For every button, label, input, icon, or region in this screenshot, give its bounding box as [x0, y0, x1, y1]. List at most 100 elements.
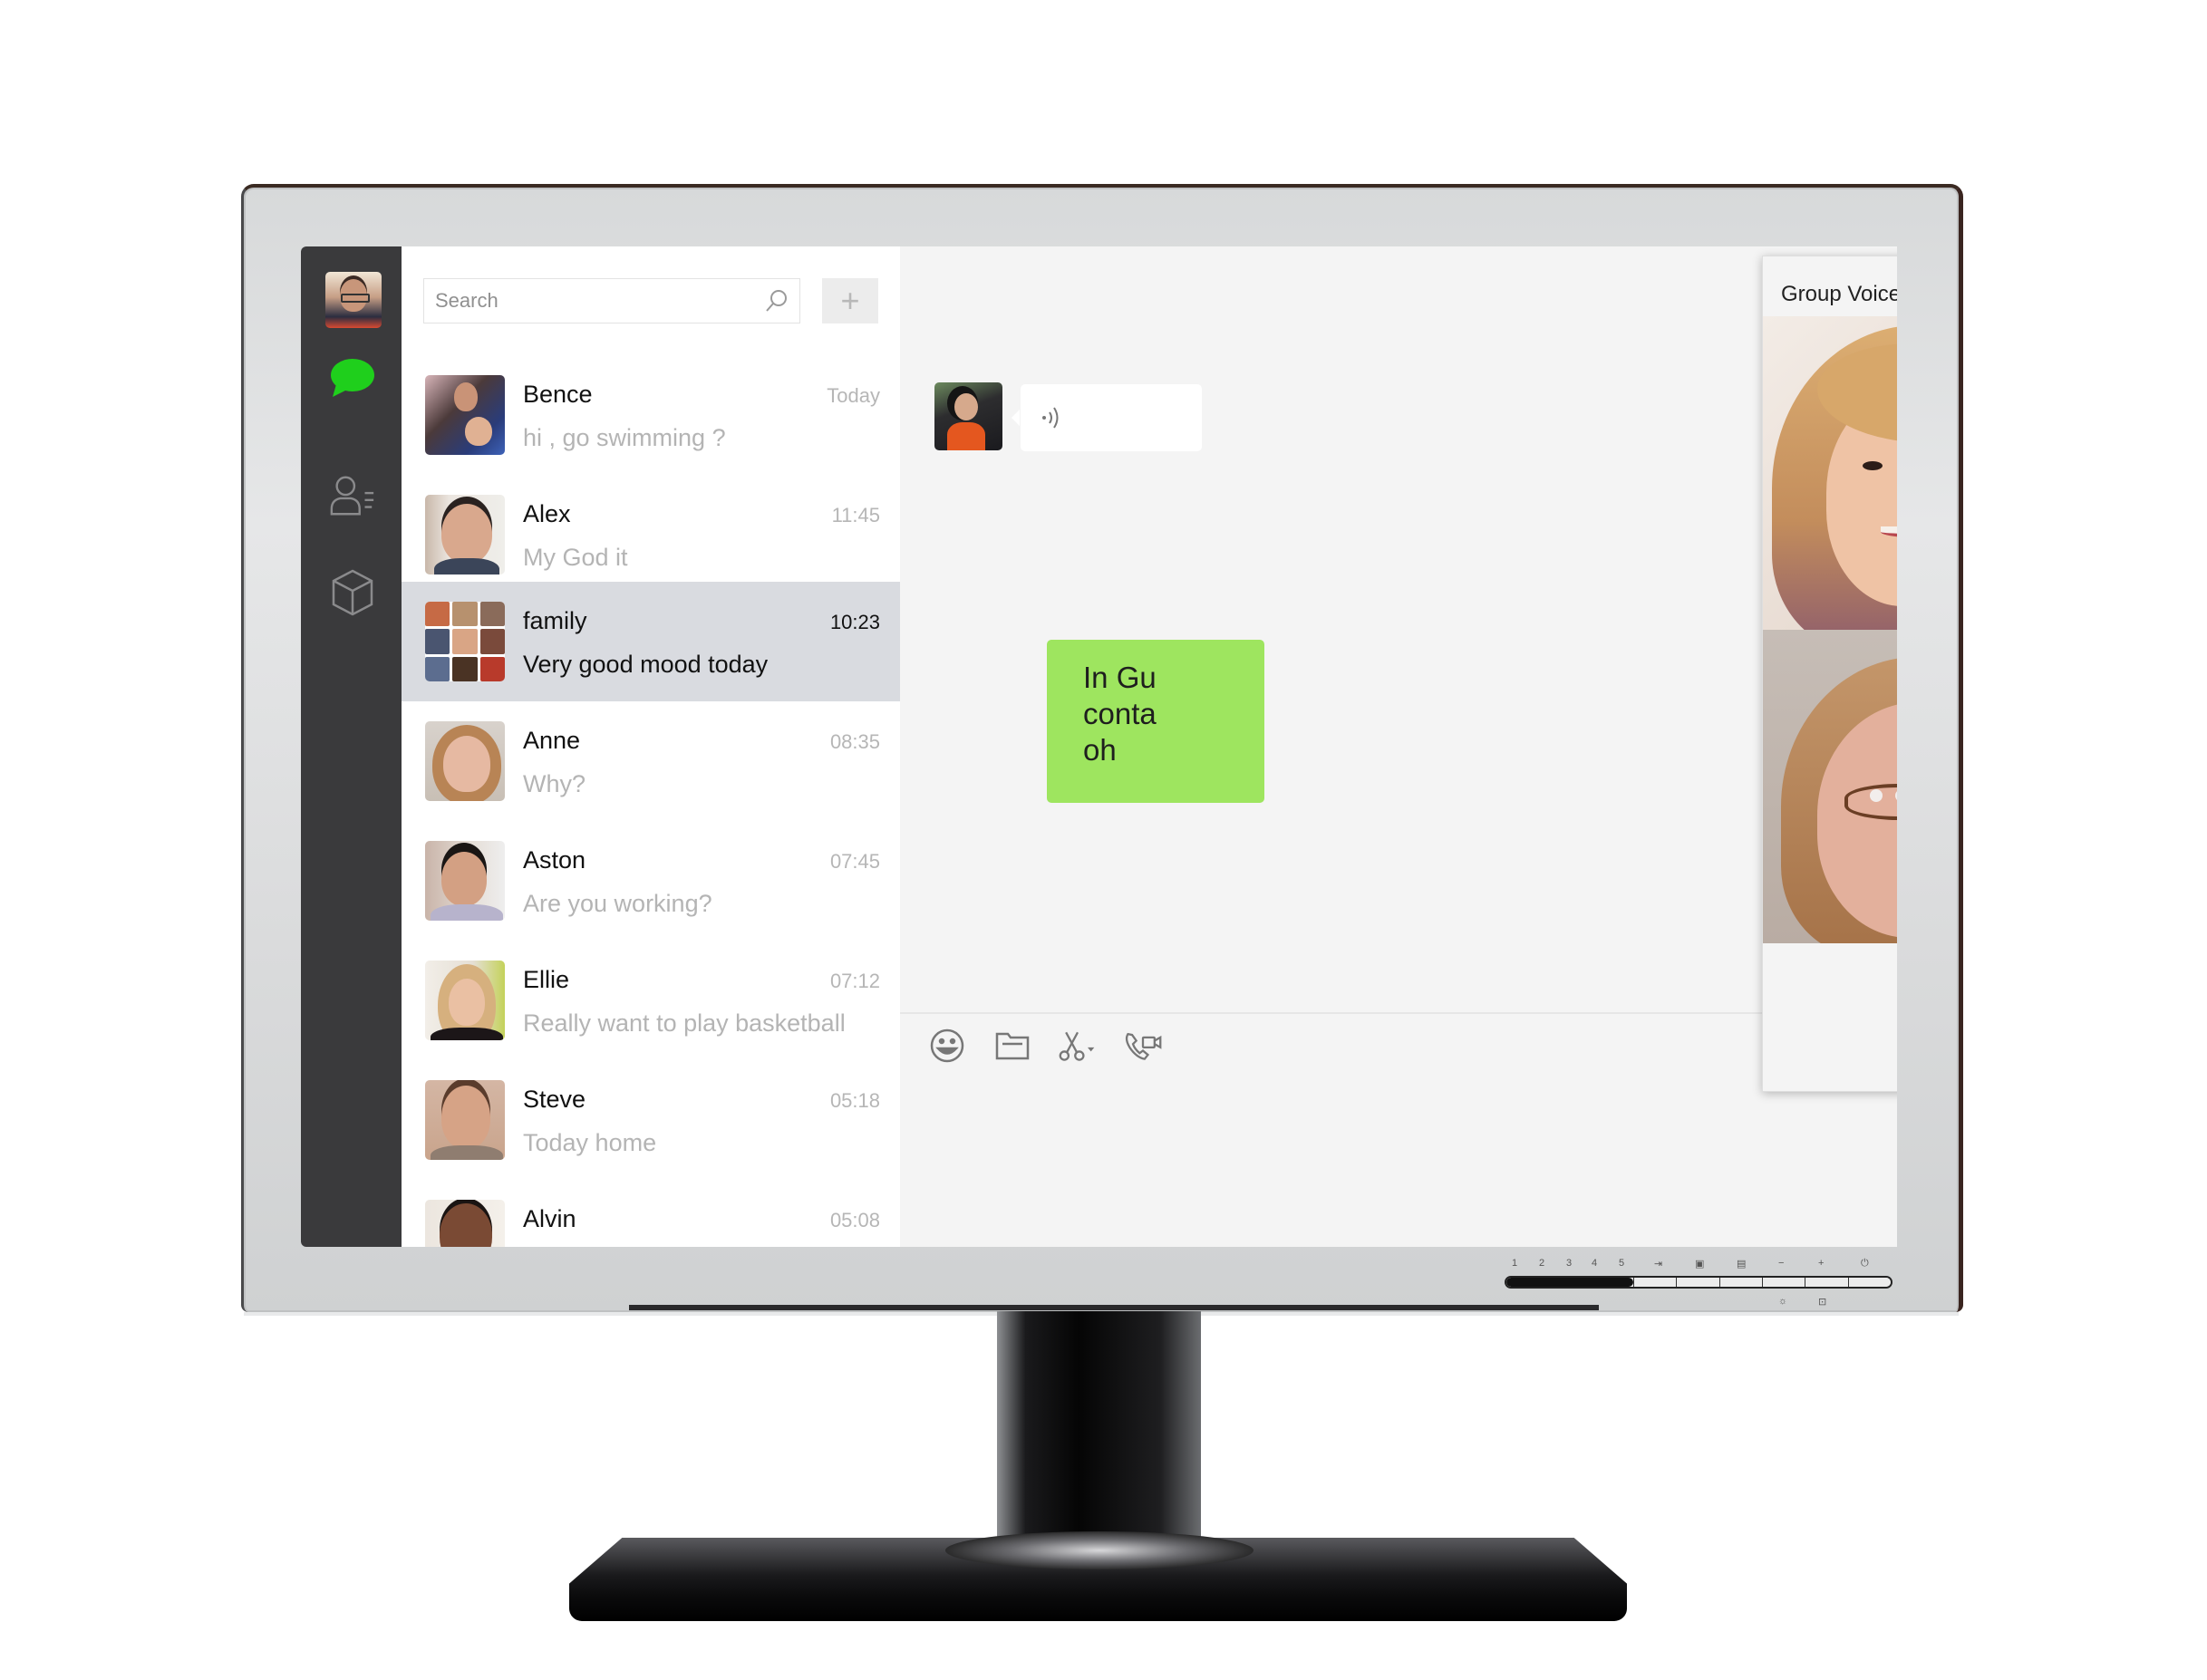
- message-time: 08:35: [829, 730, 880, 753]
- call-button[interactable]: [1123, 1026, 1163, 1066]
- power-icon: ⏻: [1861, 1258, 1869, 1269]
- contact-avatar: [425, 721, 505, 801]
- minus-icon: −: [1778, 1258, 1785, 1269]
- preset-label: 4: [1592, 1258, 1598, 1269]
- input-button[interactable]: [1633, 1278, 1677, 1287]
- message-time: 10:23: [829, 611, 880, 633]
- nav-item-chats[interactable]: [328, 353, 377, 402]
- add-chat-button[interactable]: +: [822, 278, 878, 323]
- nav-sidebar: [301, 246, 402, 1247]
- conversation-list: + Bence Today hi , go swimming ? Alex 11…: [402, 246, 900, 1247]
- group-call-window: Group Voice Call: [1762, 256, 1897, 1092]
- conversation-item[interactable]: Aston 07:45 Are you working?: [402, 821, 900, 941]
- contact-avatar: [425, 1080, 505, 1160]
- screenshot-button[interactable]: [1058, 1026, 1098, 1066]
- participant-tile-speaking[interactable]: [1763, 630, 1897, 943]
- contact-avatar: [425, 1200, 505, 1247]
- contact-name: Aston: [523, 846, 586, 874]
- message-time: Today: [827, 384, 880, 407]
- contact-name: family: [523, 607, 587, 634]
- cube-icon: [332, 569, 373, 616]
- conversation-item[interactable]: Steve 05:18 Today home: [402, 1060, 900, 1180]
- search-input[interactable]: [435, 289, 765, 313]
- monitor-screen: + Bence Today hi , go swimming ? Alex 11…: [301, 246, 1897, 1247]
- sent-message-bubble: In Gu contа oh: [1047, 640, 1264, 803]
- call-duration: 23 : 54: [1763, 966, 1897, 990]
- monitor-stand-collar: [945, 1531, 1254, 1569]
- input-icon: ⇥: [1654, 1259, 1663, 1270]
- message-preview: Today home: [523, 1129, 657, 1156]
- message-time: 11:45: [831, 504, 880, 526]
- scissors-icon: [1059, 1031, 1095, 1061]
- chat-pane: In Gu contа oh Group Voice: [900, 246, 1897, 1247]
- message-preview: Very good mood today: [523, 651, 769, 678]
- chat-toolbar: [927, 1026, 1163, 1066]
- contact-name: Steve: [523, 1086, 586, 1113]
- call-window-title: Group Voice Call: [1781, 282, 1897, 306]
- message-preview: hi , go swimming ?: [523, 424, 726, 451]
- participant-tile[interactable]: [1763, 316, 1897, 630]
- input-divider: [900, 1012, 1897, 1014]
- plus-button[interactable]: [1805, 1278, 1848, 1287]
- contact-avatar: [425, 841, 505, 921]
- conversation-item[interactable]: Alvin 05:08: [402, 1180, 900, 1247]
- auto-adjust-icon: ⊡: [1818, 1297, 1827, 1308]
- preset-label: 5: [1619, 1258, 1625, 1269]
- minus-button[interactable]: [1761, 1278, 1805, 1287]
- sender-avatar[interactable]: [934, 382, 1002, 450]
- conversation-item[interactable]: Alex 11:45 My God it: [402, 475, 900, 594]
- display-mode-icon: ▣: [1695, 1259, 1705, 1270]
- nav-item-contacts[interactable]: [328, 471, 377, 520]
- message-time: 05:08: [829, 1209, 880, 1231]
- conversation-item-active[interactable]: family 10:23 Very good mood today: [402, 582, 900, 701]
- voice-message-bubble[interactable]: [1012, 384, 1202, 451]
- voice-wave-icon: [1042, 407, 1059, 429]
- preset-label: 1: [1512, 1258, 1518, 1269]
- message-preview: Are you working?: [523, 890, 712, 917]
- folder-icon: [995, 1032, 1030, 1060]
- conversation-item[interactable]: Bence Today hi , go swimming ?: [402, 355, 900, 475]
- power-button[interactable]: [1847, 1278, 1891, 1287]
- mode-button[interactable]: [1676, 1278, 1719, 1287]
- brightness-icon: ☼: [1778, 1296, 1788, 1307]
- emoji-button[interactable]: [927, 1026, 967, 1066]
- contacts-icon: [330, 476, 374, 516]
- search-icon[interactable]: [765, 289, 789, 313]
- plus-icon: +: [1818, 1258, 1825, 1269]
- contact-name: Alex: [523, 500, 571, 527]
- nav-item-favorites[interactable]: [328, 568, 377, 617]
- preset-label: 2: [1539, 1258, 1545, 1269]
- profile-avatar[interactable]: [325, 272, 382, 328]
- monitor-stand-neck: [997, 1311, 1201, 1556]
- monitor-button-strip: [1505, 1276, 1892, 1289]
- contact-name: Anne: [523, 727, 581, 754]
- send-file-button[interactable]: [992, 1026, 1032, 1066]
- contact-avatar: [425, 495, 505, 574]
- monitor-button-panel: 1 2 3 4 5 ⇥ ▣ ▤ − + ⏻ ☼ ⊡: [1505, 1258, 1899, 1321]
- contact-name: Bence: [523, 381, 593, 408]
- contact-avatar: [425, 375, 505, 455]
- monitor-bezel-lip: [629, 1305, 1599, 1310]
- contact-name: Ellie: [523, 966, 570, 993]
- message-time: 07:45: [829, 850, 880, 873]
- voice-video-call-icon: [1125, 1032, 1162, 1060]
- preset-touch-slider[interactable]: [1506, 1278, 1633, 1287]
- search-field[interactable]: [423, 278, 800, 323]
- conversation-item[interactable]: Ellie 07:12 Really want to play basketba…: [402, 941, 900, 1060]
- menu-icon: ▤: [1737, 1259, 1747, 1270]
- participant-video-grid: [1763, 316, 1897, 943]
- speaking-indicator: [1870, 789, 1897, 802]
- contact-avatar: [425, 961, 505, 1040]
- message-time: 07:12: [829, 970, 880, 992]
- emoji-icon: [930, 1028, 964, 1063]
- message-time: 05:18: [829, 1089, 880, 1112]
- menu-button[interactable]: [1718, 1278, 1762, 1287]
- contact-name: Alvin: [523, 1205, 576, 1232]
- chat-bubble-icon: [331, 359, 374, 397]
- preset-label: 3: [1566, 1258, 1573, 1269]
- message-preview: Really want to play basketball: [523, 1009, 846, 1037]
- conversation-item[interactable]: Anne 08:35 Why?: [402, 701, 900, 821]
- group-avatar: [425, 602, 505, 681]
- message-preview: My God it: [523, 544, 628, 571]
- message-preview: Why?: [523, 770, 586, 797]
